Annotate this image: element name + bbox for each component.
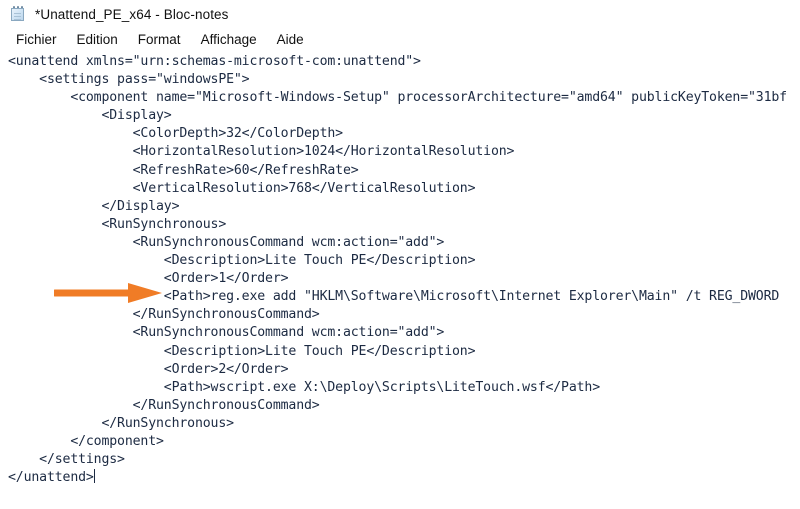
- notepad-icon: [10, 6, 26, 22]
- code-line: <RunSynchronousCommand wcm:action="add">: [8, 234, 445, 250]
- menu-item-aide[interactable]: Aide: [267, 31, 314, 49]
- menu-item-affichage[interactable]: Affichage: [191, 31, 267, 49]
- code-line: <Display>: [8, 108, 172, 124]
- menu-bar: Fichier Edition Format Affichage Aide: [0, 28, 800, 51]
- code-line: </unattend>: [8, 470, 94, 486]
- code-line: <RunSynchronousCommand wcm:action="add">: [8, 325, 445, 341]
- code-line: <Order>2</Order>: [8, 361, 289, 377]
- editor-content[interactable]: <unattend xmlns="urn:schemas-microsoft-c…: [0, 51, 800, 487]
- code-line: <unattend xmlns="urn:schemas-microsoft-c…: [8, 54, 421, 69]
- code-line: </settings>: [8, 452, 125, 468]
- code-line: <Path>reg.exe add "HKLM\Software\Microso…: [8, 289, 780, 305]
- code-line: </RunSynchronousCommand>: [8, 307, 320, 323]
- menu-item-fichier[interactable]: Fichier: [6, 31, 67, 49]
- code-line: </Display>: [8, 198, 180, 214]
- menu-item-edition[interactable]: Edition: [67, 31, 128, 49]
- code-line: <Order>1</Order>: [8, 271, 289, 287]
- code-line: <VerticalResolution>768</VerticalResolut…: [8, 180, 476, 196]
- code-line: </component>: [8, 433, 164, 449]
- text-caret: [93, 469, 95, 484]
- window-title: *Unattend_PE_x64 - Bloc-notes: [35, 6, 229, 22]
- code-line: <Description>Lite Touch PE</Description>: [8, 253, 476, 269]
- code-line: <component name="Microsoft-Windows-Setup…: [8, 90, 787, 106]
- text-editor-area[interactable]: <unattend xmlns="urn:schemas-microsoft-c…: [0, 51, 800, 509]
- code-line: <Description>Lite Touch PE</Description>: [8, 343, 476, 359]
- menu-item-format[interactable]: Format: [128, 31, 191, 49]
- code-line: <ColorDepth>32</ColorDepth>: [8, 126, 343, 142]
- code-line: </RunSynchronousCommand>: [8, 397, 320, 413]
- code-line: <HorizontalResolution>1024</HorizontalRe…: [8, 144, 515, 160]
- code-line: </RunSynchronous>: [8, 415, 234, 431]
- code-line: <Path>wscript.exe X:\Deploy\Scripts\Lite…: [8, 379, 601, 395]
- title-bar: *Unattend_PE_x64 - Bloc-notes: [0, 0, 800, 28]
- code-line: <RefreshRate>60</RefreshRate>: [8, 162, 359, 178]
- code-line: <RunSynchronous>: [8, 216, 227, 232]
- code-line: <settings pass="windowsPE">: [8, 72, 250, 88]
